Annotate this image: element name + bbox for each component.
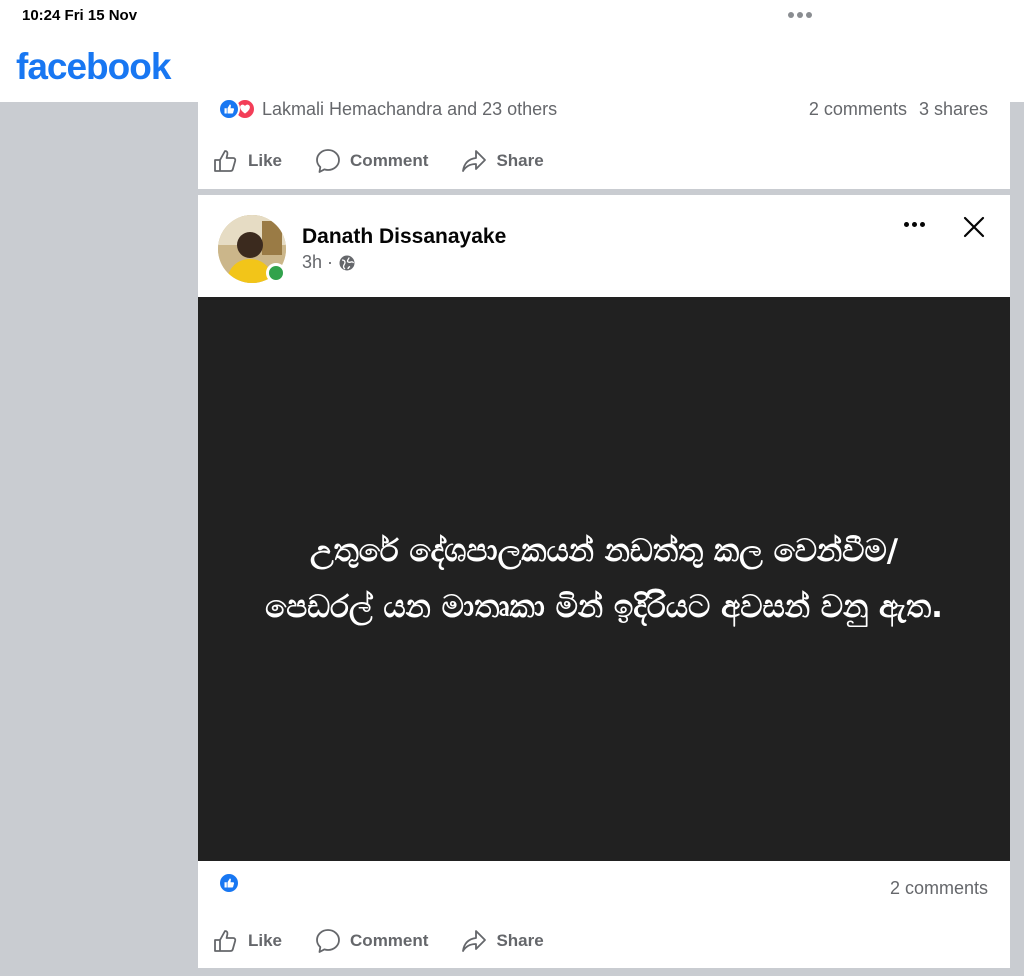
comment-label: Comment — [350, 151, 429, 170]
like-button[interactable]: Like — [212, 147, 282, 175]
comment-button[interactable]: Comment — [314, 927, 428, 955]
reaction-summary[interactable]: Lakmali Hemachandra and 23 others — [218, 98, 557, 120]
share-label: Share — [496, 931, 544, 950]
share-button[interactable]: Share — [460, 147, 544, 175]
comment-bubble-icon — [316, 149, 340, 173]
thumbs-up-icon — [214, 150, 237, 172]
comment-bubble-icon — [316, 929, 340, 953]
facebook-logo[interactable]: facebook — [16, 46, 171, 88]
online-status-dot — [266, 263, 286, 283]
like-label: Like — [248, 931, 283, 950]
multitasking-dots-icon[interactable] — [788, 12, 812, 18]
post-reaction-summary[interactable] — [218, 872, 240, 894]
comment-button[interactable]: Comment — [314, 147, 428, 175]
close-icon[interactable] — [962, 215, 986, 244]
previous-post-card: Lakmali Hemachandra and 23 others 2 comm… — [198, 98, 1010, 189]
reaction-names: Lakmali Hemachandra and 23 others — [262, 98, 558, 119]
post-card: Danath Dissanayake 3h · උතුරේ දේශපාලකයන්… — [198, 195, 1010, 968]
status-time: 10:24 Fri 15 Nov — [22, 7, 138, 24]
post-text-background[interactable]: උතුරේ දේශපාලකයන් නඩත්තු කල වෙන්වීම/ පෙඩර… — [198, 297, 1010, 861]
globe-icon — [339, 255, 355, 270]
like-reaction-icon — [218, 872, 240, 894]
share-arrow-icon — [462, 930, 487, 952]
comments-count[interactable]: 2 comments — [809, 99, 907, 120]
like-reaction-icon — [218, 98, 240, 120]
like-label: Like — [248, 151, 283, 170]
post-meta: 3h · — [302, 252, 356, 273]
post-time[interactable]: 3h · — [302, 252, 333, 273]
app-header: facebook — [0, 36, 1024, 102]
more-options-icon[interactable] — [904, 222, 925, 227]
share-button[interactable]: Share — [460, 927, 544, 955]
comment-label: Comment — [350, 931, 429, 950]
thumbs-up-icon — [214, 930, 237, 952]
status-bar: 10:24 Fri 15 Nov — [0, 0, 1024, 36]
like-button[interactable]: Like — [212, 927, 282, 955]
post-comments-count[interactable]: 2 comments — [890, 878, 988, 899]
share-label: Share — [496, 151, 544, 170]
post-author[interactable]: Danath Dissanayake — [302, 225, 506, 249]
post-text: උතුරේ දේශපාලකයන් නඩත්තු කල වෙන්වීම/ පෙඩර… — [265, 533, 943, 625]
share-arrow-icon — [462, 150, 487, 172]
shares-count[interactable]: 3 shares — [919, 99, 988, 120]
